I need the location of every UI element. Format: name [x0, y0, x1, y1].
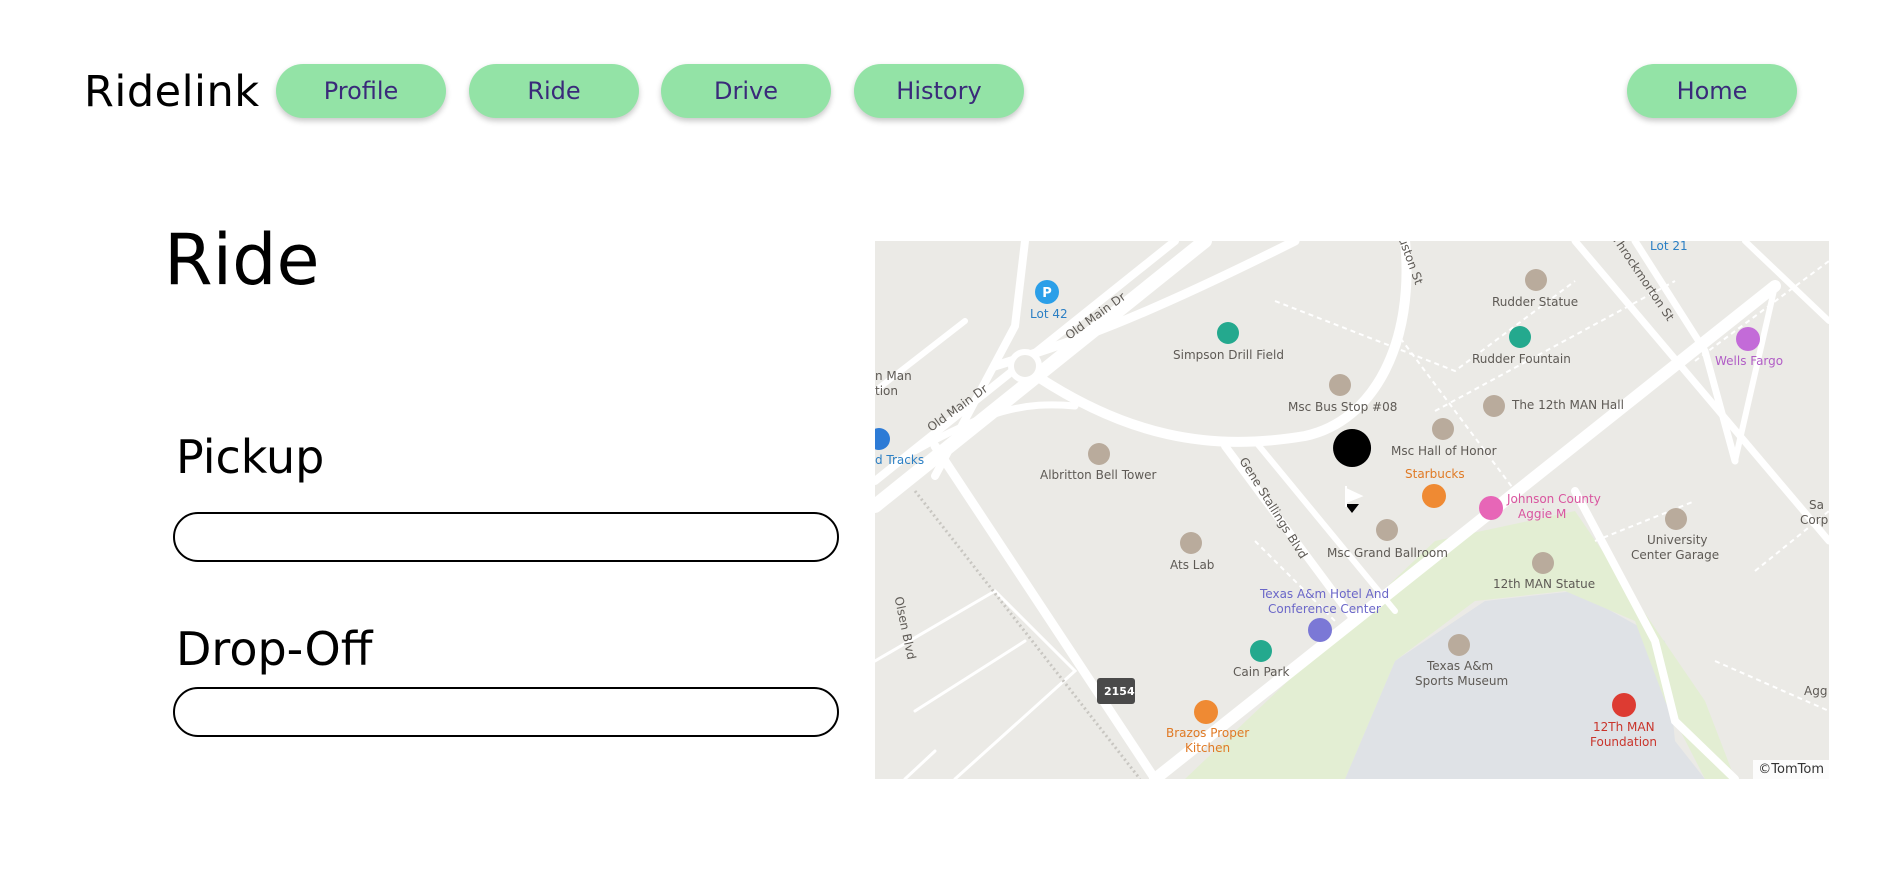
- label-old-main-dr: Old Main Dr: [924, 381, 991, 435]
- page-title: Ride: [164, 219, 320, 301]
- label-johnson: Johnson County: [1507, 492, 1601, 506]
- label-lot42: Lot 42: [1030, 307, 1068, 321]
- dropoff-label: Drop-Off: [176, 622, 373, 676]
- label-ats-lab: Ats Lab: [1170, 558, 1215, 572]
- label-man: n Man: [875, 369, 912, 383]
- label-hotel-2: Conference Center: [1268, 602, 1381, 616]
- label-cain-park: Cain Park: [1233, 665, 1290, 679]
- label-univ-garage: University: [1647, 533, 1708, 547]
- label-brazos: Brazos Proper: [1166, 726, 1250, 740]
- nav-drive-button[interactable]: Drive: [661, 64, 831, 118]
- map-credit: ©TomTom: [1753, 760, 1829, 779]
- label-gene-stallings: Gene Stallings Blvd: [1236, 454, 1311, 562]
- label-wells-fargo: Wells Fargo: [1715, 354, 1784, 368]
- label-msc-ballroom: Msc Grand Ballroom: [1327, 546, 1448, 560]
- label-rudder-fountain: Rudder Fountain: [1472, 352, 1571, 366]
- label-throckmorton: Throckmorton St: [1609, 241, 1677, 324]
- label-hotel: Texas A&m Hotel And: [1260, 587, 1390, 601]
- label-lot21: Lot 21: [1650, 241, 1688, 253]
- label-corp: Corp: [1800, 513, 1829, 527]
- label-tracks: d Tracks: [875, 453, 925, 467]
- nav-profile-button[interactable]: Profile: [276, 64, 446, 118]
- nav-home-button[interactable]: Home: [1627, 64, 1797, 118]
- label-old-main-dr: Old Main Dr: [1062, 289, 1129, 343]
- label-man-2: tion: [875, 384, 898, 398]
- brand-logo: Ridelink: [84, 67, 260, 117]
- label-12th-hall: The 12th MAN Hall: [1512, 398, 1624, 412]
- pickup-label: Pickup: [176, 430, 325, 484]
- label-msc-honor: Msc Hall of Honor: [1391, 444, 1497, 458]
- label-12th-foundation: 12Th MAN: [1593, 720, 1655, 734]
- label-albritton: Albritton Bell Tower: [1040, 468, 1157, 482]
- label-univ-garage-2: Center Garage: [1631, 548, 1720, 562]
- label-sports: Texas A&m: [1427, 659, 1494, 673]
- dropoff-input[interactable]: [173, 687, 839, 737]
- label-houston: Houston St: [1390, 241, 1426, 287]
- nav-ride-button[interactable]: Ride: [469, 64, 639, 118]
- label-12th-foundation-2: Foundation: [1590, 735, 1657, 749]
- pickup-input[interactable]: [173, 512, 839, 562]
- label-sports-2: Sports Museum: [1415, 674, 1509, 688]
- label-12th-statue: 12th MAN Statue: [1493, 577, 1596, 591]
- label-rudder-statue: Rudder Statue: [1492, 295, 1579, 309]
- label-starbucks: Starbucks: [1405, 467, 1465, 481]
- label-sa: Sa: [1809, 498, 1824, 512]
- nav-history-button[interactable]: History: [854, 64, 1024, 118]
- label-olsen: Olsen Blvd: [891, 595, 919, 661]
- label-route: 2154: [1104, 685, 1135, 698]
- label-agg: Agg: [1804, 684, 1828, 698]
- map-view[interactable]: P Lot 42 Lot 21 Old Main Dr Old Main Dr …: [875, 241, 1829, 779]
- label-simpson: Simpson Drill Field: [1173, 348, 1284, 362]
- label-johnson-2: Aggie M: [1518, 507, 1567, 521]
- label-brazos-2: Kitchen: [1185, 741, 1231, 755]
- label-msc-bus: Msc Bus Stop #08: [1288, 400, 1398, 414]
- map-labels: Lot 42 Lot 21 Old Main Dr Old Main Dr Si…: [875, 241, 1829, 779]
